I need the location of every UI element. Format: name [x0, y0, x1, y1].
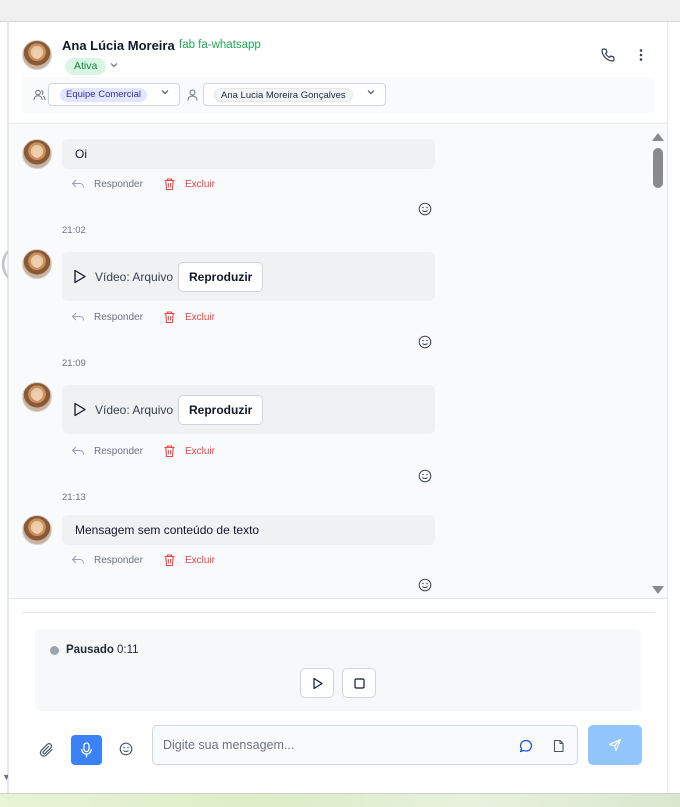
composer-divider [22, 612, 655, 613]
assignee-chip: Ana Lucia Moreira Gonçalves [214, 88, 353, 102]
message-time: 21:02 [62, 225, 86, 236]
kebab-menu-icon[interactable] [636, 47, 646, 68]
message-input[interactable] [153, 726, 513, 764]
delete-button[interactable]: Excluir [185, 312, 215, 323]
message-avatar [22, 249, 52, 279]
team-chip: Equipe Comercial [60, 88, 147, 102]
play-icon [73, 402, 87, 420]
recording-indicator [50, 646, 59, 655]
contact-avatar[interactable] [22, 40, 52, 70]
chat-header: Ana Lúcia Moreira fab fa-whatsapp Ativa … [9, 22, 667, 124]
delete-button[interactable]: Excluir [185, 555, 215, 566]
send-button[interactable] [588, 725, 642, 765]
reply-icon[interactable] [71, 554, 85, 569]
chat-icon[interactable] [519, 739, 533, 758]
reply-button[interactable]: Responder [94, 555, 143, 566]
microphone-button[interactable] [71, 735, 102, 765]
smile-icon[interactable] [418, 578, 432, 597]
message-avatar [22, 382, 52, 412]
microphone-icon [81, 742, 92, 758]
taskbar-strip [0, 793, 680, 807]
delete-button[interactable]: Excluir [185, 446, 215, 457]
reply-button[interactable]: Responder [94, 312, 143, 323]
play-video-button[interactable]: Reproduzir [178, 395, 264, 425]
assignment-bar: Equipe Comercial Ana Lucia Moreira Gonça… [22, 77, 654, 113]
reply-button[interactable]: Responder [94, 446, 143, 457]
right-gutter [668, 22, 680, 793]
recording-time: 0:11 [117, 644, 139, 656]
chevron-down-icon [366, 87, 376, 100]
reply-button[interactable]: Responder [94, 179, 143, 190]
message-time: 21:13 [62, 492, 86, 503]
browser-top-strip [0, 0, 680, 22]
stop-recording-button[interactable] [342, 668, 376, 698]
message-text: Oi [75, 147, 87, 161]
stop-icon [354, 678, 365, 689]
contact-name[interactable]: Ana Lúcia Moreira [62, 38, 175, 53]
play-icon [73, 269, 87, 287]
chat-panel: Ana Lúcia Moreira fab fa-whatsapp Ativa … [8, 22, 668, 793]
trash-icon[interactable] [163, 553, 176, 570]
message-input-field[interactable] [152, 725, 578, 765]
smile-icon[interactable] [418, 335, 432, 354]
video-message-bubble[interactable]: Vídeo: Arquivo Reproduzir [62, 385, 435, 434]
trash-icon[interactable] [163, 444, 176, 461]
send-icon [608, 738, 622, 752]
file-icon[interactable] [552, 739, 565, 758]
video-message-bubble[interactable]: Vídeo: Arquivo Reproduzir [62, 252, 435, 301]
scroll-down-arrow[interactable] [652, 586, 664, 594]
smile-icon[interactable] [418, 202, 432, 221]
team-select[interactable]: Equipe Comercial [48, 83, 180, 106]
scroll-up-arrow[interactable] [652, 133, 664, 141]
message-bubble[interactable]: Oi [62, 139, 435, 169]
smile-icon[interactable] [418, 469, 432, 488]
reply-icon[interactable] [71, 178, 85, 193]
team-icon [33, 88, 46, 106]
status-badge[interactable]: Ativa [65, 58, 107, 75]
message-time: 21:09 [62, 358, 86, 369]
assignee-select[interactable]: Ana Lucia Moreira Gonçalves [203, 83, 386, 106]
resume-recording-button[interactable] [300, 668, 334, 698]
chevron-down-icon[interactable] [109, 60, 119, 73]
message-avatar [22, 139, 52, 169]
video-label: Vídeo: Arquivo [95, 270, 174, 284]
reply-icon[interactable] [71, 445, 85, 460]
video-label: Vídeo: Arquivo [95, 403, 174, 417]
message-text: Mensagem sem conteúdo de texto [75, 523, 260, 537]
delete-button[interactable]: Excluir [185, 179, 215, 190]
channel-tag: fab fa-whatsapp [179, 39, 261, 51]
play-video-button[interactable]: Reproduzir [178, 262, 264, 292]
trash-icon[interactable] [163, 177, 176, 194]
recording-status: Pausado [66, 644, 114, 656]
message-avatar [22, 515, 52, 545]
smile-icon[interactable] [119, 742, 133, 761]
scrollbar-thumb[interactable] [653, 148, 663, 188]
user-icon [187, 88, 198, 106]
trash-icon[interactable] [163, 310, 176, 327]
chevron-down-icon [160, 87, 170, 100]
paperclip-icon[interactable] [39, 742, 55, 763]
phone-icon[interactable] [600, 47, 616, 68]
message-list[interactable]: Oi Responder Excluir 21:02 Vídeo: Arquiv… [9, 125, 667, 599]
play-icon [313, 677, 323, 690]
message-bubble[interactable]: Mensagem sem conteúdo de texto [62, 515, 435, 545]
left-edge-panel [0, 22, 8, 793]
audio-recorder: Pausado 0:11 [35, 629, 641, 711]
reply-icon[interactable] [71, 311, 85, 326]
